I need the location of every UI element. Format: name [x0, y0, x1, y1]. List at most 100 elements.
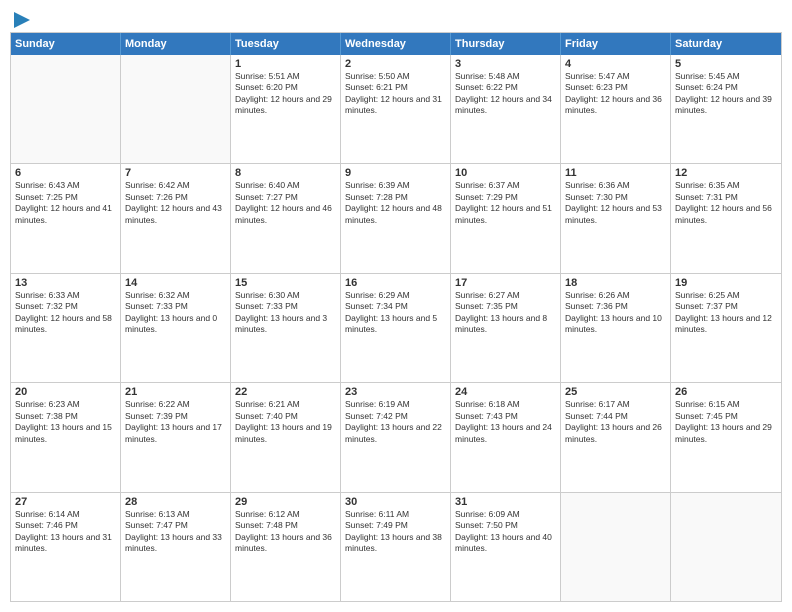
calendar-cell-empty — [671, 493, 781, 601]
cell-info: Sunrise: 6:12 AMSunset: 7:48 PMDaylight:… — [235, 509, 336, 555]
calendar-cell: 3Sunrise: 5:48 AMSunset: 6:22 PMDaylight… — [451, 55, 561, 163]
calendar-cell: 9Sunrise: 6:39 AMSunset: 7:28 PMDaylight… — [341, 164, 451, 272]
calendar-cell: 12Sunrise: 6:35 AMSunset: 7:31 PMDayligh… — [671, 164, 781, 272]
calendar-cell: 1Sunrise: 5:51 AMSunset: 6:20 PMDaylight… — [231, 55, 341, 163]
day-number: 9 — [345, 167, 446, 179]
calendar-row: 27Sunrise: 6:14 AMSunset: 7:46 PMDayligh… — [11, 493, 781, 601]
day-number: 26 — [675, 386, 777, 398]
calendar-cell: 7Sunrise: 6:42 AMSunset: 7:26 PMDaylight… — [121, 164, 231, 272]
day-number: 31 — [455, 496, 556, 508]
day-number: 16 — [345, 277, 446, 289]
day-number: 27 — [15, 496, 116, 508]
cell-info: Sunrise: 5:48 AMSunset: 6:22 PMDaylight:… — [455, 71, 556, 117]
day-number: 13 — [15, 277, 116, 289]
day-header-saturday: Saturday — [671, 33, 781, 55]
cell-info: Sunrise: 6:29 AMSunset: 7:34 PMDaylight:… — [345, 290, 446, 336]
cell-info: Sunrise: 6:18 AMSunset: 7:43 PMDaylight:… — [455, 399, 556, 445]
calendar: SundayMondayTuesdayWednesdayThursdayFrid… — [10, 32, 782, 602]
cell-info: Sunrise: 6:32 AMSunset: 7:33 PMDaylight:… — [125, 290, 226, 336]
calendar-row: 1Sunrise: 5:51 AMSunset: 6:20 PMDaylight… — [11, 55, 781, 164]
calendar-cell: 11Sunrise: 6:36 AMSunset: 7:30 PMDayligh… — [561, 164, 671, 272]
day-number: 29 — [235, 496, 336, 508]
calendar-row: 20Sunrise: 6:23 AMSunset: 7:38 PMDayligh… — [11, 383, 781, 492]
calendar-cell: 19Sunrise: 6:25 AMSunset: 7:37 PMDayligh… — [671, 274, 781, 382]
day-number: 22 — [235, 386, 336, 398]
calendar-cell: 21Sunrise: 6:22 AMSunset: 7:39 PMDayligh… — [121, 383, 231, 491]
day-header-thursday: Thursday — [451, 33, 561, 55]
calendar-cell: 14Sunrise: 6:32 AMSunset: 7:33 PMDayligh… — [121, 274, 231, 382]
day-number: 12 — [675, 167, 777, 179]
logo-triangle-icon — [12, 10, 32, 30]
day-header-wednesday: Wednesday — [341, 33, 451, 55]
logo-text — [10, 10, 32, 30]
day-header-friday: Friday — [561, 33, 671, 55]
cell-info: Sunrise: 6:15 AMSunset: 7:45 PMDaylight:… — [675, 399, 777, 445]
day-header-tuesday: Tuesday — [231, 33, 341, 55]
cell-info: Sunrise: 6:27 AMSunset: 7:35 PMDaylight:… — [455, 290, 556, 336]
day-number: 11 — [565, 167, 666, 179]
calendar-body: 1Sunrise: 5:51 AMSunset: 6:20 PMDaylight… — [11, 55, 781, 601]
cell-info: Sunrise: 6:22 AMSunset: 7:39 PMDaylight:… — [125, 399, 226, 445]
cell-info: Sunrise: 5:47 AMSunset: 6:23 PMDaylight:… — [565, 71, 666, 117]
calendar-row: 6Sunrise: 6:43 AMSunset: 7:25 PMDaylight… — [11, 164, 781, 273]
cell-info: Sunrise: 6:30 AMSunset: 7:33 PMDaylight:… — [235, 290, 336, 336]
cell-info: Sunrise: 6:17 AMSunset: 7:44 PMDaylight:… — [565, 399, 666, 445]
cell-info: Sunrise: 6:37 AMSunset: 7:29 PMDaylight:… — [455, 180, 556, 226]
day-number: 24 — [455, 386, 556, 398]
cell-info: Sunrise: 6:40 AMSunset: 7:27 PMDaylight:… — [235, 180, 336, 226]
day-number: 5 — [675, 58, 777, 70]
calendar-cell: 29Sunrise: 6:12 AMSunset: 7:48 PMDayligh… — [231, 493, 341, 601]
calendar-cell: 25Sunrise: 6:17 AMSunset: 7:44 PMDayligh… — [561, 383, 671, 491]
day-header-monday: Monday — [121, 33, 231, 55]
cell-info: Sunrise: 6:11 AMSunset: 7:49 PMDaylight:… — [345, 509, 446, 555]
day-number: 14 — [125, 277, 226, 289]
day-number: 10 — [455, 167, 556, 179]
day-number: 20 — [15, 386, 116, 398]
calendar-cell: 6Sunrise: 6:43 AMSunset: 7:25 PMDaylight… — [11, 164, 121, 272]
cell-info: Sunrise: 6:14 AMSunset: 7:46 PMDaylight:… — [15, 509, 116, 555]
cell-info: Sunrise: 6:33 AMSunset: 7:32 PMDaylight:… — [15, 290, 116, 336]
calendar-cell: 10Sunrise: 6:37 AMSunset: 7:29 PMDayligh… — [451, 164, 561, 272]
day-number: 2 — [345, 58, 446, 70]
cell-info: Sunrise: 6:21 AMSunset: 7:40 PMDaylight:… — [235, 399, 336, 445]
cell-info: Sunrise: 6:19 AMSunset: 7:42 PMDaylight:… — [345, 399, 446, 445]
day-number: 17 — [455, 277, 556, 289]
calendar-cell-empty — [11, 55, 121, 163]
day-number: 30 — [345, 496, 446, 508]
calendar-cell-empty — [121, 55, 231, 163]
calendar-cell: 31Sunrise: 6:09 AMSunset: 7:50 PMDayligh… — [451, 493, 561, 601]
day-number: 21 — [125, 386, 226, 398]
day-number: 19 — [675, 277, 777, 289]
calendar-cell: 2Sunrise: 5:50 AMSunset: 6:21 PMDaylight… — [341, 55, 451, 163]
calendar-cell: 30Sunrise: 6:11 AMSunset: 7:49 PMDayligh… — [341, 493, 451, 601]
calendar-header: SundayMondayTuesdayWednesdayThursdayFrid… — [11, 33, 781, 55]
day-number: 23 — [345, 386, 446, 398]
calendar-cell: 24Sunrise: 6:18 AMSunset: 7:43 PMDayligh… — [451, 383, 561, 491]
day-number: 15 — [235, 277, 336, 289]
day-number: 7 — [125, 167, 226, 179]
logo — [10, 10, 32, 26]
calendar-cell: 23Sunrise: 6:19 AMSunset: 7:42 PMDayligh… — [341, 383, 451, 491]
calendar-cell: 18Sunrise: 6:26 AMSunset: 7:36 PMDayligh… — [561, 274, 671, 382]
calendar-cell: 16Sunrise: 6:29 AMSunset: 7:34 PMDayligh… — [341, 274, 451, 382]
cell-info: Sunrise: 6:43 AMSunset: 7:25 PMDaylight:… — [15, 180, 116, 226]
cell-info: Sunrise: 6:25 AMSunset: 7:37 PMDaylight:… — [675, 290, 777, 336]
day-number: 6 — [15, 167, 116, 179]
cell-info: Sunrise: 6:36 AMSunset: 7:30 PMDaylight:… — [565, 180, 666, 226]
cell-info: Sunrise: 6:23 AMSunset: 7:38 PMDaylight:… — [15, 399, 116, 445]
header — [10, 10, 782, 26]
cell-info: Sunrise: 6:39 AMSunset: 7:28 PMDaylight:… — [345, 180, 446, 226]
calendar-cell: 15Sunrise: 6:30 AMSunset: 7:33 PMDayligh… — [231, 274, 341, 382]
calendar-cell: 5Sunrise: 5:45 AMSunset: 6:24 PMDaylight… — [671, 55, 781, 163]
day-number: 18 — [565, 277, 666, 289]
cell-info: Sunrise: 6:13 AMSunset: 7:47 PMDaylight:… — [125, 509, 226, 555]
day-number: 28 — [125, 496, 226, 508]
day-header-sunday: Sunday — [11, 33, 121, 55]
calendar-cell: 22Sunrise: 6:21 AMSunset: 7:40 PMDayligh… — [231, 383, 341, 491]
calendar-cell-empty — [561, 493, 671, 601]
cell-info: Sunrise: 6:09 AMSunset: 7:50 PMDaylight:… — [455, 509, 556, 555]
calendar-cell: 27Sunrise: 6:14 AMSunset: 7:46 PMDayligh… — [11, 493, 121, 601]
calendar-cell: 4Sunrise: 5:47 AMSunset: 6:23 PMDaylight… — [561, 55, 671, 163]
cell-info: Sunrise: 5:50 AMSunset: 6:21 PMDaylight:… — [345, 71, 446, 117]
day-number: 1 — [235, 58, 336, 70]
